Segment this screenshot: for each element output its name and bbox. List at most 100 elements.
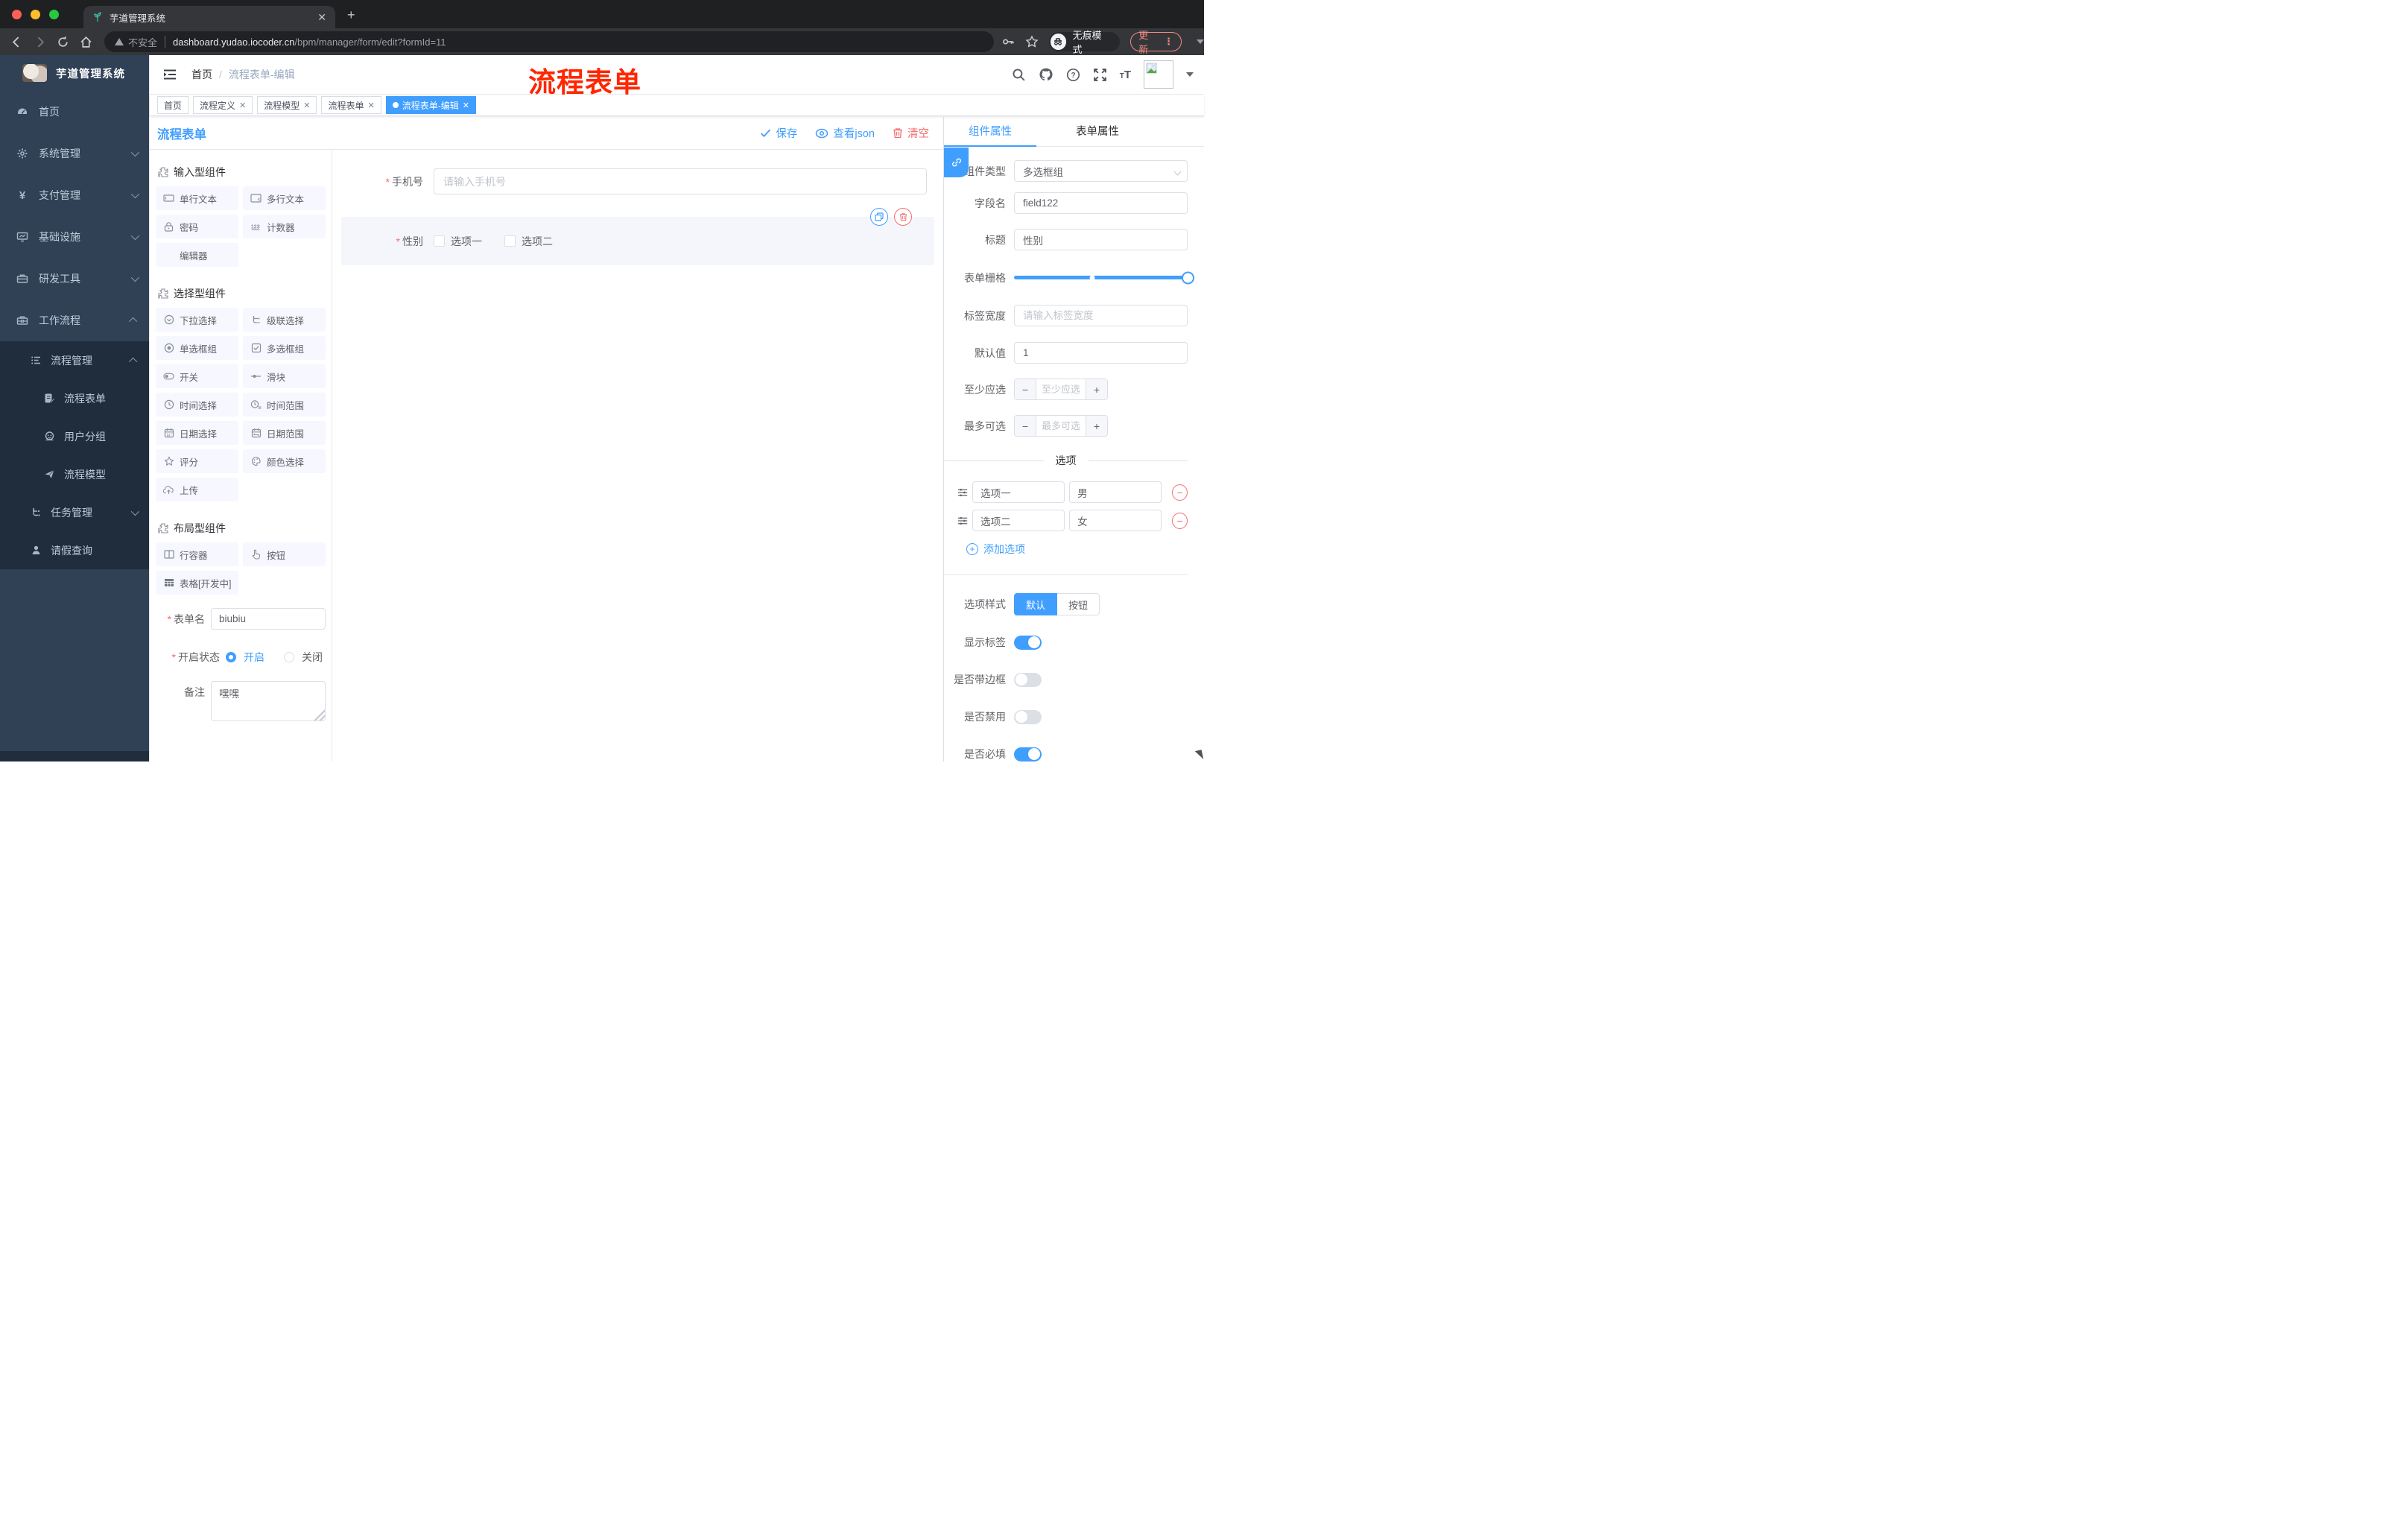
option2-label-input[interactable] [972, 510, 1065, 531]
update-button[interactable]: 更新 ⋮ [1130, 30, 1182, 55]
tab-component-props[interactable]: 组件属性 [944, 117, 1036, 147]
close-window-button[interactable] [12, 10, 22, 19]
canvas-field-phone[interactable]: * 手机号 [341, 168, 934, 194]
palette-item-row-container[interactable]: 行容器 [156, 542, 238, 566]
clear-button[interactable]: 清空 [893, 125, 929, 141]
key-icon[interactable] [1001, 35, 1015, 48]
sidebar-item-user-group[interactable]: 用户分组 [0, 417, 149, 455]
minimize-window-button[interactable] [31, 10, 40, 19]
option1-label-input[interactable] [972, 481, 1065, 503]
palette-item-date-range[interactable]: 日期范围 [243, 421, 326, 445]
close-icon[interactable]: ✕ [368, 101, 375, 110]
sidebar-item-devtools[interactable]: 研发工具 [0, 258, 149, 300]
home-icon[interactable] [80, 36, 92, 48]
palette-item-editor[interactable]: 编辑器 [156, 243, 238, 267]
add-option-button[interactable]: + 添加选项 [966, 542, 1188, 557]
palette-item-date[interactable]: 日期选择 [156, 421, 238, 445]
option2-value-input[interactable] [1069, 510, 1162, 531]
sidebar-item-task-mgmt[interactable]: 任务管理 [0, 493, 149, 531]
max-select-input[interactable] [1036, 416, 1086, 436]
tag-process-form[interactable]: 流程表单 ✕ [321, 96, 381, 114]
palette-item-counter[interactable]: 123 计数器 [243, 215, 326, 238]
close-icon[interactable]: ✕ [463, 101, 469, 110]
delete-field-button[interactable] [894, 208, 912, 226]
title-input[interactable] [1014, 229, 1188, 250]
default-value-input[interactable] [1014, 342, 1188, 364]
help-icon[interactable]: ? [1066, 68, 1080, 82]
canvas-field-gender-selected[interactable]: * 性别 选项一 选项二 [341, 208, 934, 265]
palette-item-radio-group[interactable]: 单选框组 [156, 336, 238, 360]
breadcrumb-home[interactable]: 首页 [191, 67, 212, 82]
sidebar-item-process-mgmt[interactable]: 流程管理 [0, 341, 149, 379]
palette-item-table[interactable]: 表格[开发中] [156, 571, 238, 595]
new-tab-button[interactable]: + [347, 8, 355, 22]
save-button[interactable]: 保存 [760, 125, 797, 141]
palette-item-slider[interactable]: 滑块 [243, 364, 326, 388]
view-json-button[interactable]: 查看json [815, 125, 875, 141]
fullscreen-icon[interactable] [1093, 68, 1107, 82]
status-off-label[interactable]: 关闭 [302, 650, 323, 665]
option1-value-input[interactable] [1069, 481, 1162, 503]
tag-process-form-edit[interactable]: 流程表单-编辑 ✕ [385, 96, 476, 114]
close-icon[interactable]: ✕ [303, 101, 310, 110]
sidebar-logo-row[interactable]: 芋道管理系统 [0, 55, 149, 91]
reload-icon[interactable] [57, 36, 69, 48]
gender-option2-checkbox[interactable] [504, 235, 516, 247]
palette-item-time[interactable]: 时间选择 [156, 393, 238, 417]
palette-item-time-range[interactable]: 时间范围 [243, 393, 326, 417]
bookmark-star-icon[interactable] [1024, 35, 1039, 48]
chevron-down-icon[interactable] [1197, 39, 1204, 44]
status-on-label[interactable]: 开启 [244, 650, 264, 665]
drag-handle-icon[interactable] [957, 516, 968, 526]
status-off-radio[interactable] [284, 652, 294, 662]
collapse-sidebar-icon[interactable] [159, 64, 181, 85]
close-icon[interactable]: ✕ [239, 101, 246, 110]
address-bar[interactable]: 不安全 dashboard.yudao.iocoder.cn/bpm/manag… [104, 31, 994, 52]
avatar[interactable] [1144, 60, 1173, 89]
form-remark-textarea[interactable]: 嘿嘿 [211, 681, 326, 721]
sidebar-item-infra[interactable]: 基础设施 [0, 216, 149, 258]
sidebar-item-home[interactable]: 首页 [0, 91, 149, 133]
show-label-switch[interactable] [1014, 635, 1042, 650]
sidebar-item-leave-query[interactable]: 请假查询 [0, 531, 149, 569]
palette-item-single-text[interactable]: 单行文本 [156, 186, 238, 210]
palette-item-select[interactable]: 下拉选择 [156, 308, 238, 332]
palette-item-cascader[interactable]: 级联选择 [243, 308, 326, 332]
grid-slider[interactable] [1014, 271, 1194, 284]
form-name-input[interactable] [211, 608, 326, 630]
sidebar-item-process-model[interactable]: 流程模型 [0, 455, 149, 493]
gender-option1-label[interactable]: 选项一 [451, 234, 482, 249]
tab-form-props[interactable]: 表单属性 [1051, 117, 1144, 147]
palette-item-checkbox-group[interactable]: 多选框组 [243, 336, 326, 360]
github-icon[interactable] [1039, 67, 1054, 82]
tab-close-icon[interactable]: ✕ [317, 11, 326, 24]
border-switch[interactable] [1014, 672, 1042, 687]
phone-input[interactable] [434, 168, 927, 194]
style-button-button[interactable]: 按钮 [1057, 593, 1100, 615]
min-select-input[interactable] [1036, 379, 1086, 399]
palette-item-password[interactable]: 密码 [156, 215, 238, 238]
sidebar-item-workflow[interactable]: 工作流程 [0, 300, 149, 341]
search-icon[interactable] [1012, 68, 1026, 82]
remove-option-button[interactable]: − [1172, 512, 1188, 529]
palette-item-button[interactable]: 按钮 [243, 542, 326, 566]
palette-item-switch[interactable]: 开关 [156, 364, 238, 388]
palette-item-multi-text[interactable]: 多行文本 [243, 186, 326, 210]
tag-process-definition[interactable]: 流程定义 ✕ [193, 96, 253, 114]
increment-button[interactable]: + [1086, 416, 1107, 436]
decrement-button[interactable]: − [1015, 416, 1036, 436]
slider-handle[interactable] [1182, 271, 1194, 284]
component-type-select[interactable] [1014, 160, 1188, 182]
required-switch[interactable] [1014, 747, 1042, 762]
forward-icon[interactable] [34, 36, 46, 48]
link-drawer-toggle[interactable] [944, 148, 969, 177]
browser-menu-icon[interactable]: ⋮ [1164, 36, 1173, 48]
tag-process-model[interactable]: 流程模型 ✕ [257, 96, 317, 114]
gender-option1-checkbox[interactable] [434, 235, 445, 247]
zoom-window-button[interactable] [49, 10, 59, 19]
disabled-switch[interactable] [1014, 709, 1042, 724]
duplicate-field-button[interactable] [870, 208, 888, 226]
font-size-icon[interactable]: TT [1120, 69, 1131, 81]
style-default-button[interactable]: 默认 [1014, 593, 1058, 615]
gender-option2-label[interactable]: 选项二 [522, 234, 553, 249]
